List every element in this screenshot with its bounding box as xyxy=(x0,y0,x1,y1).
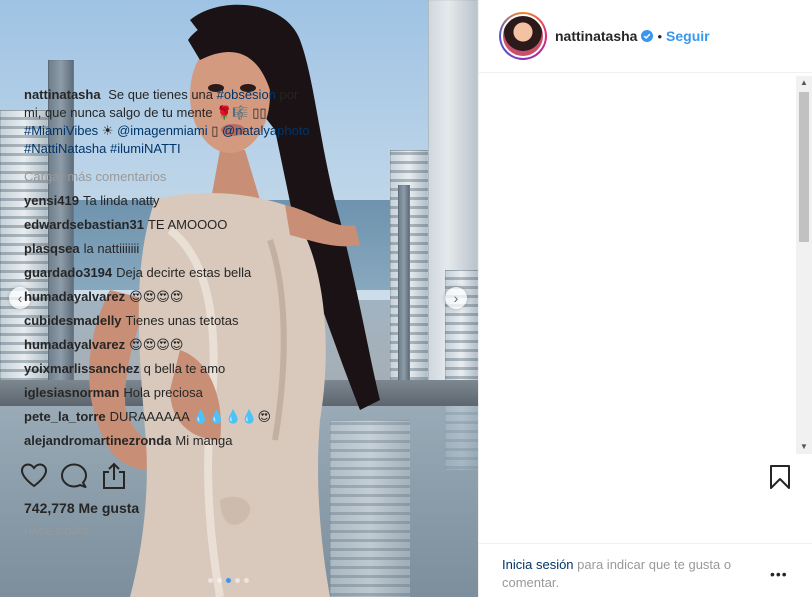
caption-text: ▯▯ xyxy=(252,105,267,120)
scroll-up-arrow-icon[interactable]: ▲ xyxy=(796,76,812,90)
comment-item: plasqsea la nattiiiiiii xyxy=(24,240,310,258)
comment-username[interactable]: cubidesmadelly xyxy=(24,313,122,328)
comment-username[interactable]: edwardsebastian31 xyxy=(24,217,144,232)
login-text: Inicia sesión para indicar que te gusta … xyxy=(502,556,762,592)
comment-text: Hola preciosa xyxy=(123,385,203,400)
comment-username[interactable]: pete_la_torre xyxy=(24,409,106,424)
comment-item: iglesiasnorman Hola preciosa xyxy=(24,384,310,402)
comment-text: Deja decirte estas bella xyxy=(116,265,252,280)
caption-username[interactable]: nattinatasha xyxy=(24,87,101,102)
comment-item: yoixmarlissanchez q bella te amo xyxy=(24,360,310,378)
mention-link[interactable]: @natalyaphoto xyxy=(222,123,310,138)
post-caption: nattinatasha Se que tienes una #obsesion… xyxy=(24,86,310,158)
caption-text: ☀ xyxy=(101,123,114,138)
likes-count[interactable]: 742,778 Me gusta xyxy=(24,500,139,516)
share-icon[interactable] xyxy=(100,462,128,490)
comment-text: Ta linda natty xyxy=(82,193,160,208)
post-header: nattinatasha • Seguir xyxy=(479,0,812,73)
action-bar xyxy=(20,462,140,490)
comment-item: guardado3194 Deja decirte estas bella xyxy=(24,264,310,282)
comment-text: la nattiiiiiii xyxy=(83,241,140,256)
comment-username[interactable]: plasqsea xyxy=(24,241,80,256)
header-separator: • xyxy=(657,28,663,44)
comment-item: humadayalvarez 😍😍😍😍 xyxy=(24,288,310,306)
carousel-dots xyxy=(208,578,249,583)
comments-list[interactable]: nattinatasha Se que tienes una #obsesion… xyxy=(24,86,310,450)
header-username[interactable]: nattinatasha xyxy=(555,28,637,44)
comment-item: cubidesmadelly Tienes unas tetotas xyxy=(24,312,310,330)
login-link[interactable]: Inicia sesión xyxy=(502,557,574,572)
hashtag-link[interactable]: #obsesion xyxy=(217,87,276,102)
comment-username[interactable]: yensi419 xyxy=(24,193,79,208)
comment-text: TE AMOOOO xyxy=(147,217,228,232)
caption-text: ▯ xyxy=(211,123,219,138)
carousel-dot-active[interactable] xyxy=(226,578,231,583)
comment-username[interactable]: humadayalvarez xyxy=(24,289,125,304)
carousel-dot[interactable] xyxy=(244,578,249,583)
carousel-dot[interactable] xyxy=(235,578,240,583)
avatar[interactable] xyxy=(499,12,547,60)
comment-text: Mi manga xyxy=(175,433,233,448)
comment-text: Tienes unas tetotas xyxy=(125,313,239,328)
comment-username[interactable]: humadayalvarez xyxy=(24,337,125,352)
comment-item: alejandromartinezronda Mi manga xyxy=(24,432,310,450)
mention-link[interactable]: @imagenmiami xyxy=(117,123,208,138)
comment-item: pete_la_torre DURAAAAAA 💧💧💧💧😍 xyxy=(24,408,310,426)
avatar-image xyxy=(501,14,545,58)
carousel-dot[interactable] xyxy=(208,578,213,583)
load-more-comments-button[interactable]: Cargar más comentarios xyxy=(24,168,310,186)
comment-text: 😍😍😍😍 xyxy=(129,289,184,304)
heart-icon[interactable] xyxy=(20,462,48,490)
comment-item: yensi419 Ta linda natty xyxy=(24,192,310,210)
caption-text: Se que tienes una xyxy=(108,87,214,102)
comment-icon[interactable] xyxy=(60,462,88,490)
comment-username[interactable]: alejandromartinezronda xyxy=(24,433,171,448)
post-sidebar: nattinatasha • Seguir xyxy=(478,0,812,597)
hashtag-link[interactable]: #ilumiNATTI xyxy=(110,141,181,156)
comment-text: q bella te amo xyxy=(143,361,226,376)
comment-text: 😍😍😍😍 xyxy=(129,337,184,352)
comment-text: DURAAAAAA 💧💧💧💧😍 xyxy=(109,409,272,424)
hashtag-link[interactable]: #MiamiVibes xyxy=(24,123,98,138)
more-options-icon[interactable]: ••• xyxy=(770,566,788,582)
follow-button[interactable]: Seguir xyxy=(666,28,710,44)
chevron-right-icon[interactable]: › xyxy=(445,287,467,309)
bookmark-icon[interactable] xyxy=(768,464,792,490)
login-prompt: Inicia sesión para indicar que te gusta … xyxy=(478,543,812,597)
verified-badge-icon xyxy=(641,30,654,42)
hashtag-link[interactable]: #NattiNatasha xyxy=(24,141,106,156)
post-date: HACE 2 DÍAS xyxy=(24,527,89,538)
comment-item: edwardsebastian31 TE AMOOOO xyxy=(24,216,310,234)
comment-item: humadayalvarez 😍😍😍😍 xyxy=(24,336,310,354)
scrollbar-thumb[interactable] xyxy=(799,92,809,242)
scroll-down-arrow-icon[interactable]: ▼ xyxy=(796,440,812,454)
comment-username[interactable]: yoixmarlissanchez xyxy=(24,361,140,376)
comment-username[interactable]: guardado3194 xyxy=(24,265,112,280)
comments-scrollbar[interactable]: ▲ ▼ xyxy=(796,76,812,454)
carousel-dot[interactable] xyxy=(217,578,222,583)
comment-username[interactable]: iglesiasnorman xyxy=(24,385,119,400)
